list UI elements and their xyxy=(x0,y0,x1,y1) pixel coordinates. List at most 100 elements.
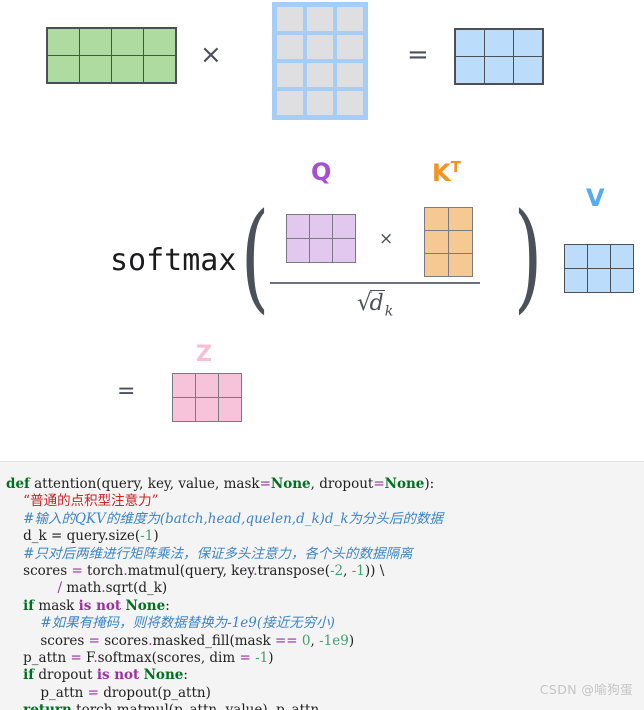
equals-operator-top: = xyxy=(407,40,429,70)
code-lines-container: def attention(query, key, value, mask=No… xyxy=(0,476,644,710)
matrix-cell xyxy=(333,215,355,238)
code-token: d_k = query.size( xyxy=(6,528,141,545)
multiply-operator-top: × xyxy=(200,40,222,70)
code-token: None xyxy=(143,667,184,684)
matrix-cell xyxy=(333,239,355,262)
v-matrix xyxy=(564,244,634,293)
label-v-text: V xyxy=(586,184,605,212)
code-line: scores = scores.masked_fill(mask == 0, -… xyxy=(0,633,644,650)
code-token: -1 xyxy=(255,650,269,667)
code-line: d_k = query.size(-1) xyxy=(0,528,644,545)
matrix-cell xyxy=(287,239,309,262)
matrix-cell xyxy=(425,254,448,276)
code-token: attention xyxy=(29,476,97,492)
code-token: = xyxy=(88,632,100,649)
k-transpose-matrix xyxy=(424,207,473,277)
matrix-cell xyxy=(307,91,333,115)
fraction-bar xyxy=(270,282,480,284)
label-q: Q xyxy=(311,160,331,184)
matrix-cell xyxy=(219,398,241,421)
code-token: “普通的点积型注意力” xyxy=(6,493,159,510)
code-token: scores xyxy=(6,563,72,580)
matrix-cell xyxy=(307,7,333,31)
blue-output-matrix xyxy=(454,28,544,85)
matrix-cell xyxy=(277,35,303,59)
matrix-cell xyxy=(514,30,542,56)
matrix-cell xyxy=(565,245,587,268)
code-token: return xyxy=(23,702,72,710)
code-token: -2 xyxy=(330,563,344,580)
matrix-cell xyxy=(337,63,363,87)
code-token: if xyxy=(23,667,35,684)
matrix-cell xyxy=(307,63,333,87)
code-token: scores xyxy=(6,632,89,649)
open-paren: ( xyxy=(240,187,270,325)
code-token: = xyxy=(87,684,99,701)
softmax-label: softmax xyxy=(110,243,237,278)
sqrt-dk-denominator: √dk xyxy=(357,290,393,318)
matrix-cell xyxy=(80,29,111,55)
label-v: V xyxy=(586,186,605,210)
code-token: torch xyxy=(72,702,112,710)
matrix-cell xyxy=(277,63,303,87)
matrix-cell xyxy=(456,57,484,83)
code-token: #如果有掩码，则将数据替换为-1e9(接近无穷小) xyxy=(6,615,335,632)
code-token: None xyxy=(270,476,311,492)
close-paren: ) xyxy=(513,187,543,325)
label-q-text: Q xyxy=(311,158,332,186)
label-z: Z xyxy=(196,344,212,366)
csdn-watermark: CSDN @喻狗蛋 xyxy=(539,682,633,697)
code-token: is not xyxy=(96,667,140,684)
z-matrix xyxy=(172,373,242,422)
code-token: if xyxy=(23,597,35,614)
matrix-cell xyxy=(112,29,143,55)
code-token: ) xyxy=(268,650,274,667)
code-token: p_attn xyxy=(6,684,88,701)
code-token: masked_fill(mask xyxy=(152,632,275,649)
code-token: scores xyxy=(99,632,149,649)
code-token: ) xyxy=(153,528,159,545)
code-token: = xyxy=(70,650,82,667)
matrix-cell xyxy=(485,30,513,56)
matrix-cell xyxy=(565,269,587,292)
code-block[interactable]: def attention(query, key, value, mask=No… xyxy=(0,461,644,710)
matrix-cell xyxy=(80,56,111,82)
code-token: , xyxy=(343,563,352,580)
matrix-cell xyxy=(144,29,175,55)
matrix-cell xyxy=(310,215,332,238)
code-line: scores = torch.matmul(query, key.transpo… xyxy=(0,563,644,580)
code-token: def xyxy=(6,476,30,492)
code-token: math xyxy=(62,580,102,597)
code-token: = xyxy=(71,563,83,580)
code-token: ): xyxy=(424,476,435,492)
matrix-cell xyxy=(219,374,241,397)
code-token: \ xyxy=(379,563,385,580)
matrix-cell xyxy=(514,57,542,83)
matrix-cell xyxy=(449,231,472,253)
matrix-cell xyxy=(449,208,472,230)
multiply-operator-formula: × xyxy=(379,229,394,249)
code-line: #如果有掩码，则将数据替换为-1e9(接近无穷小) xyxy=(0,615,644,632)
gray-weight-matrix xyxy=(272,2,368,120)
dk-base: d xyxy=(369,290,385,316)
label-k-superscript: T xyxy=(450,158,461,176)
code-token: = xyxy=(373,476,385,492)
code-token: dropout(p_attn) xyxy=(98,684,211,701)
code-token: #输入的QKV的维度为(batch,head,quelen,d_k)d_k为分头… xyxy=(6,510,444,527)
matrix-cell xyxy=(449,254,472,276)
matrix-cell xyxy=(48,56,79,82)
equals-operator-result: = xyxy=(117,379,136,404)
matrix-cell xyxy=(588,245,610,268)
matrix-cell xyxy=(307,35,333,59)
label-k-transpose: KT xyxy=(432,158,461,186)
code-line: p_attn = F.softmax(scores, dim = -1) xyxy=(0,650,644,667)
code-token: matmul(p_attn, value), p_attn xyxy=(117,702,319,710)
code-token: = xyxy=(259,476,271,492)
matrix-cell xyxy=(196,398,218,421)
code-line: “普通的点积型注意力” xyxy=(0,493,644,510)
code-token: = xyxy=(239,650,251,667)
matrix-cell xyxy=(611,245,633,268)
code-token: sqrt(d_k) xyxy=(105,580,168,597)
